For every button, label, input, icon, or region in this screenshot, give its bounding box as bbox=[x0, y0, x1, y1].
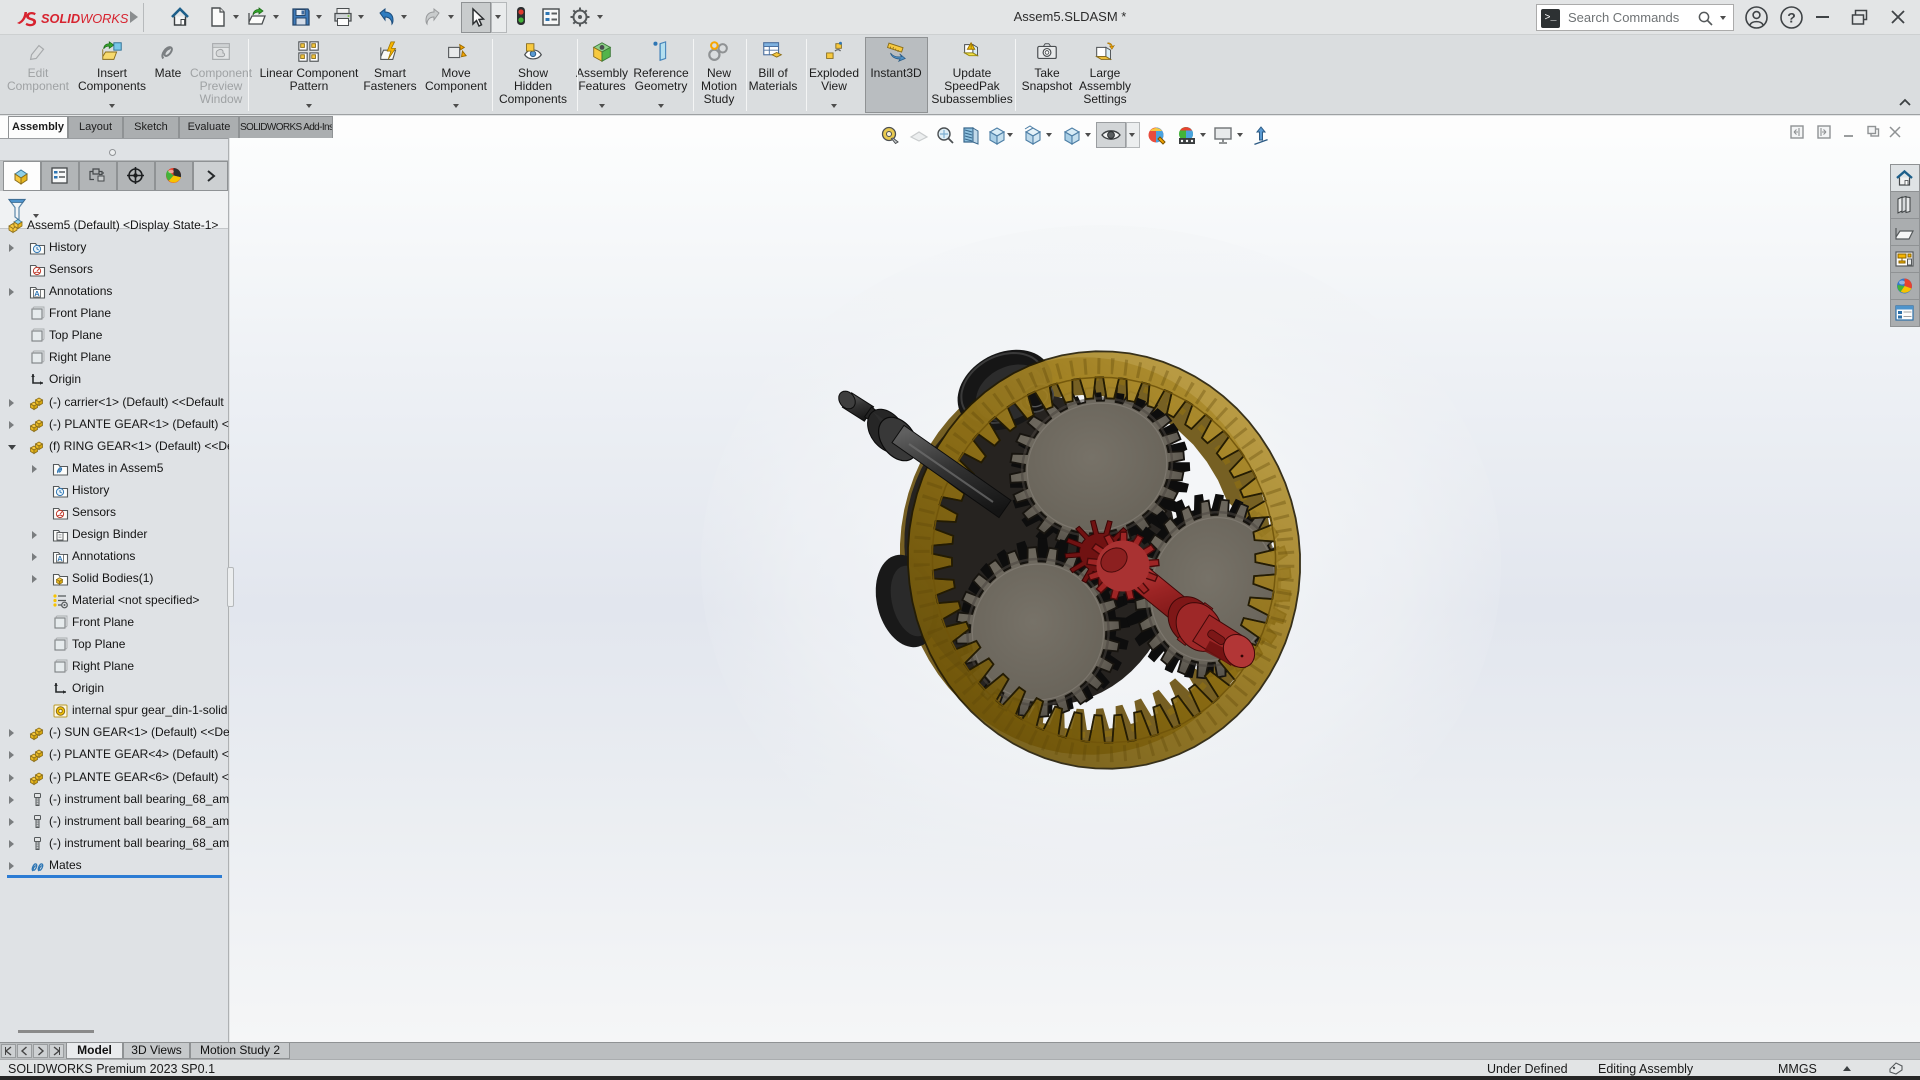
svg-text:SOLIDWORKS: SOLIDWORKS bbox=[41, 11, 129, 26]
svg-text:?: ? bbox=[1787, 10, 1796, 26]
svg-text:A: A bbox=[57, 554, 63, 563]
svg-text:A: A bbox=[34, 289, 40, 298]
